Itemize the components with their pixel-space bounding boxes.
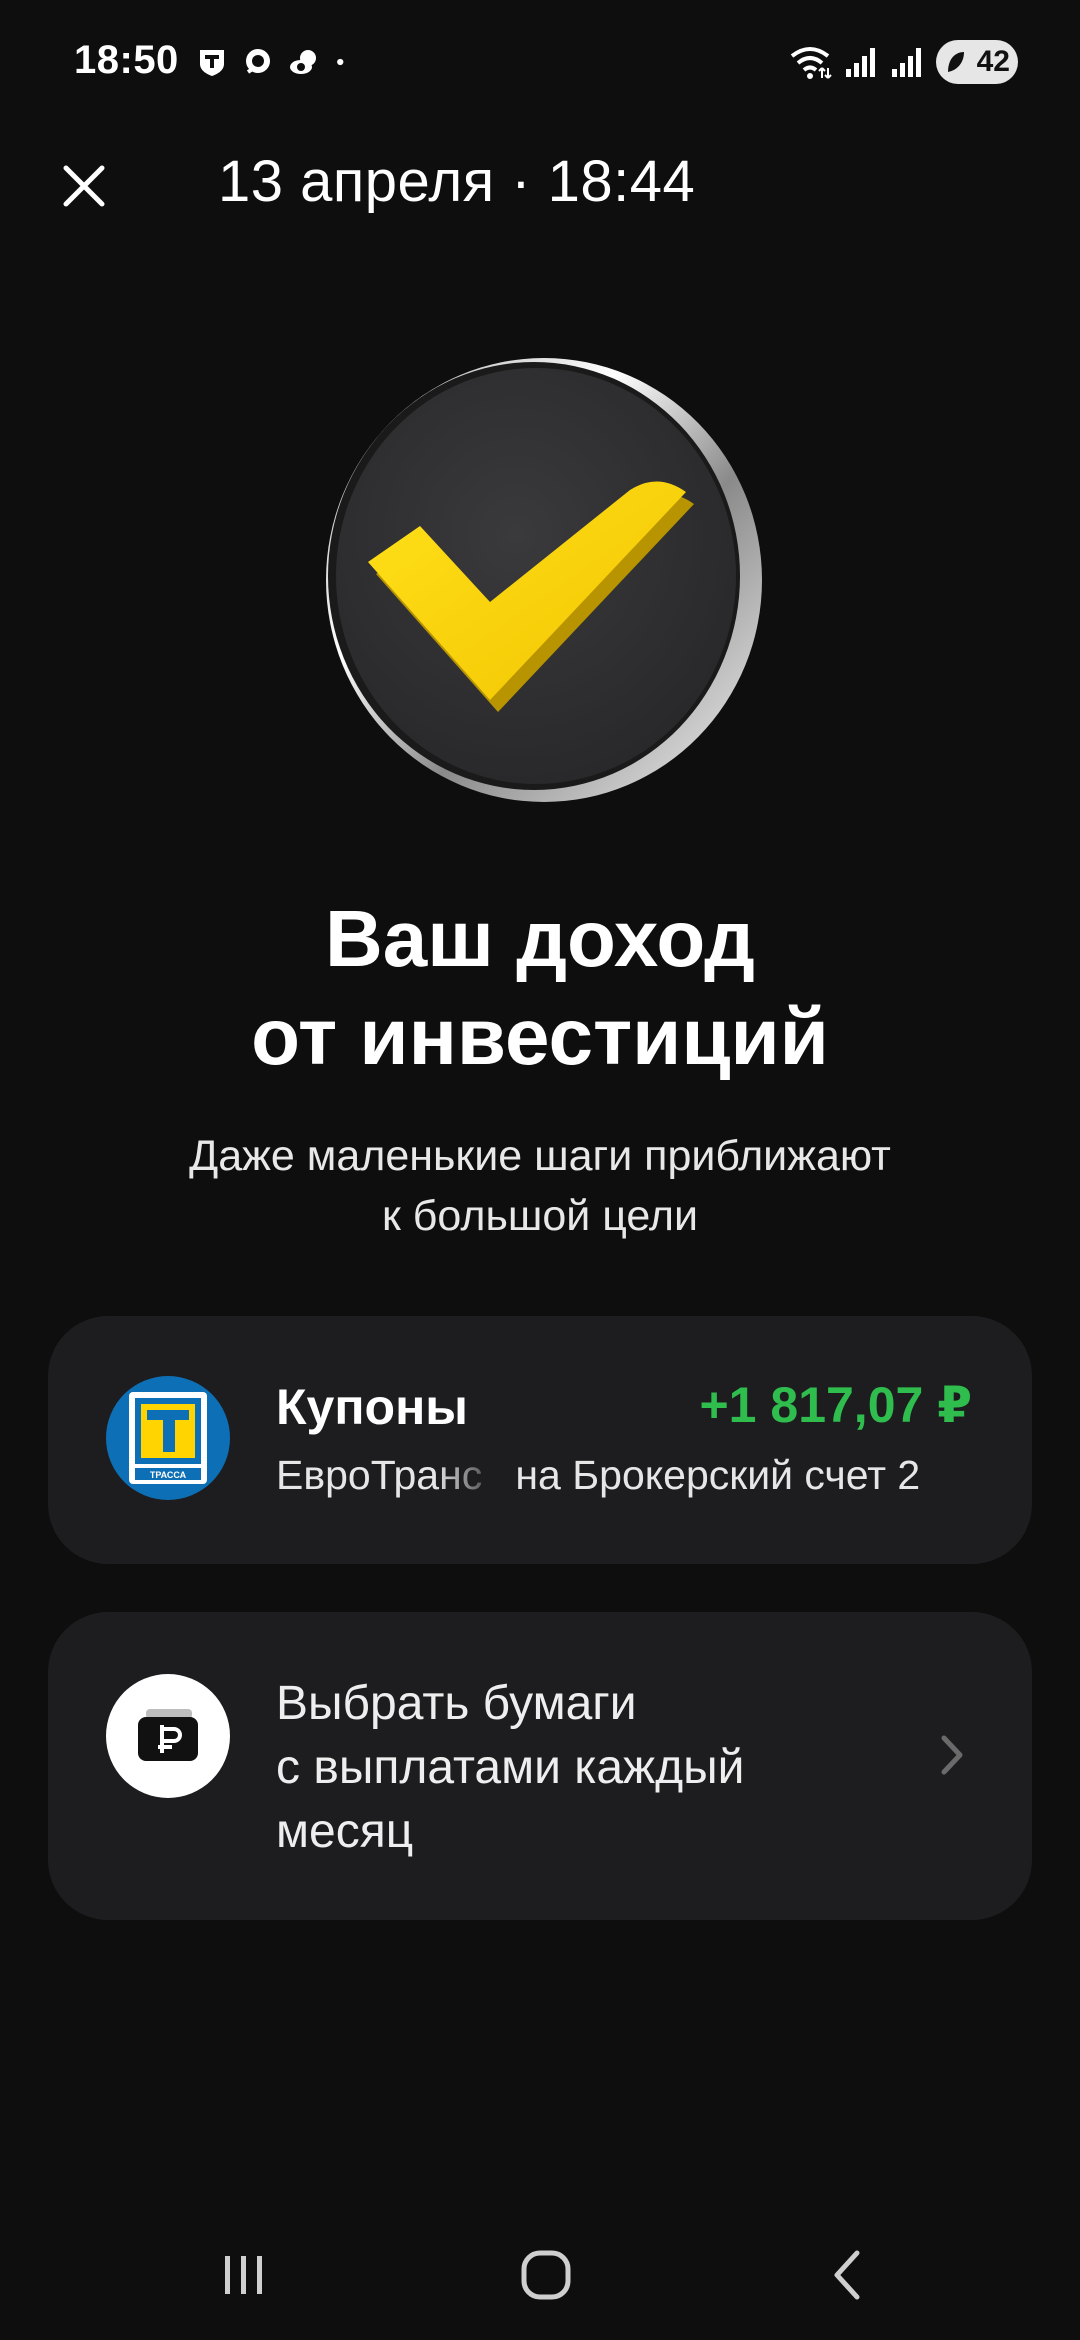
status-bar: 18:50 42 (0, 0, 1080, 130)
trassa-logo-icon: ТРАССА (129, 1392, 207, 1484)
subtext: Даже маленькие шаги приближают к большой… (0, 1126, 1080, 1246)
battery-level: 42 (976, 45, 1010, 78)
signal-icon (846, 48, 875, 77)
signal-icon-2 (892, 48, 921, 77)
coupon-title: Купоны (276, 1379, 468, 1435)
headline-line-1: Ваш доход (325, 894, 755, 983)
header: 13 апреля · 18:44 (0, 130, 1080, 240)
recent-apps-button[interactable] (204, 2240, 284, 2310)
battery-leaf-icon (948, 52, 964, 72)
coupon-amount: +1 817,07 ₽ (699, 1377, 972, 1433)
wifi-icon (790, 47, 832, 79)
dot-icon (337, 58, 344, 66)
headline: Ваш доход от инвестиций (0, 890, 1080, 1086)
pick-icon-circle (106, 1674, 230, 1798)
headline-line-2: от инвестиций (251, 992, 829, 1081)
pick-line-2: с выплатами каждый (276, 1741, 745, 1794)
chat-icon (246, 49, 270, 74)
destination-account: на Брокерский счет 2 (515, 1452, 921, 1498)
close-icon (63, 165, 105, 207)
back-button[interactable] (808, 2240, 888, 2310)
status-notification-icons (196, 46, 354, 78)
screen: 18:50 42 13 апреля · 18:44 Ваш доход от … (0, 0, 1080, 2340)
pick-line-1: Выбрать бумаги (276, 1677, 637, 1730)
subtext-line-1: Даже маленькие шаги приближают (189, 1132, 891, 1180)
tinkoff-icon (200, 50, 224, 76)
ruble-wallet-icon (138, 1709, 198, 1761)
system-navigation-bar (0, 2200, 1080, 2340)
subtext-line-2: к большой цели (382, 1192, 698, 1240)
coupon-card[interactable]: ТРАССА Купоны +1 817,07 ₽ ЕвроТранс на Б… (48, 1316, 1032, 1564)
home-button[interactable] (506, 2240, 586, 2310)
monthly-payout-securities-card[interactable]: Выбрать бумаги с выплатами каждый месяц (48, 1612, 1032, 1920)
coupon-subtitle: ЕвроТранс на Брокерский счет 2 (276, 1452, 920, 1499)
back-icon (834, 2250, 860, 2300)
pick-line-3: месяц (276, 1805, 414, 1858)
cloud-icon (290, 50, 316, 74)
home-icon (521, 2250, 571, 2300)
issuer-name: ЕвроТранс (276, 1452, 483, 1498)
battery-indicator: 42 (936, 40, 1018, 84)
yellow-checkmark-coin (326, 358, 762, 802)
operation-datetime: 13 апреля · 18:44 (218, 149, 696, 214)
pick-securities-text: Выбрать бумаги с выплатами каждый месяц (276, 1672, 876, 1864)
checkmark-coin-illustration (320, 352, 762, 804)
chevron-right-icon (941, 1735, 963, 1775)
close-button[interactable] (52, 154, 116, 218)
recent-apps-icon (225, 2256, 262, 2294)
status-system-icons: 42 (788, 40, 1018, 84)
issuer-logo: ТРАССА (106, 1376, 230, 1500)
status-time: 18:50 (74, 38, 179, 82)
trassa-logo-text: ТРАССА (150, 1470, 187, 1480)
